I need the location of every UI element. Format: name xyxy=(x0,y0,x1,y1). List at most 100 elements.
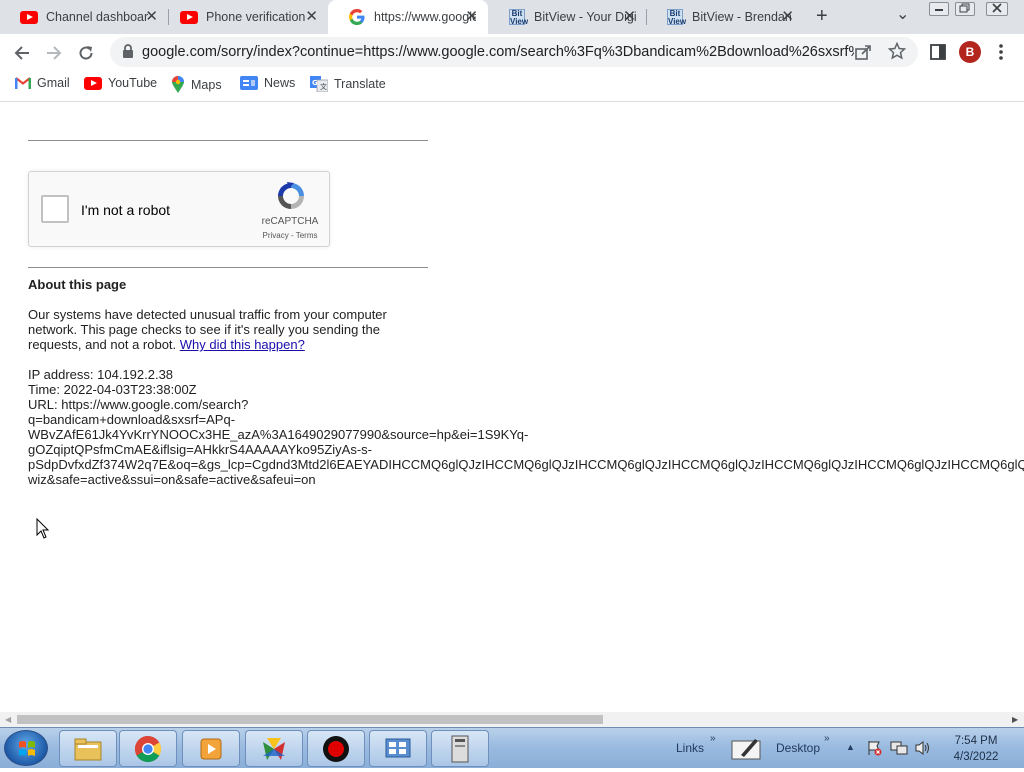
page-content: I'm not a robot reCAPTCHA Privacy - Term… xyxy=(0,102,1024,712)
url-line: gOZqiptQPsfmCmAE&iflsig=AHkkrS4AAAAAYko9… xyxy=(28,442,372,457)
bookmark-news[interactable]: News xyxy=(240,76,295,90)
start-button[interactable] xyxy=(4,730,48,766)
network-icon[interactable] xyxy=(890,740,908,761)
profile-avatar[interactable]: B xyxy=(959,41,981,63)
app-icon xyxy=(263,737,285,760)
url-line: pSdpDvfxdZf374W2q7E&oq=&gs_lcp=Cgdnd3Mtd… xyxy=(28,457,1024,472)
close-tab-icon[interactable]: ✕ xyxy=(623,9,636,25)
tab-channel-dashboard[interactable]: Channel dashboard ✕ xyxy=(0,0,168,34)
taskbar-chrome[interactable] xyxy=(119,730,177,767)
links-expand-icon[interactable]: » xyxy=(710,733,716,744)
divider xyxy=(28,140,428,141)
recaptcha-checkbox[interactable] xyxy=(41,195,69,223)
minimize-button[interactable] xyxy=(929,2,949,16)
bookmark-gmail[interactable]: Gmail xyxy=(15,76,70,90)
back-button[interactable] xyxy=(9,40,35,66)
share-icon[interactable] xyxy=(854,43,872,66)
address-bar[interactable]: google.com/sorry/index?continue=https://… xyxy=(110,37,918,67)
back-arrow-icon xyxy=(14,46,29,60)
taskbar-device[interactable] xyxy=(431,730,489,767)
recaptcha-terms-link[interactable]: Privacy - Terms xyxy=(259,231,321,240)
tab-title: Phone verification xyxy=(206,10,306,24)
bookmark-label: YouTube xyxy=(108,76,158,90)
url-line: WBvZAfE61Jk4YvKrrYNOOCx3HE_azA%3A1649029… xyxy=(28,427,529,442)
close-tab-icon[interactable]: ✕ xyxy=(465,9,478,25)
taskbar-media[interactable] xyxy=(182,730,240,767)
bookmark-translate[interactable]: G文 Translate xyxy=(310,76,386,92)
body-line: requests, and not a robot. Why did this … xyxy=(28,337,305,352)
maps-icon xyxy=(171,76,185,94)
translate-icon: G文 xyxy=(310,76,328,92)
taskbar-control-panel[interactable] xyxy=(369,730,427,767)
restore-button[interactable] xyxy=(955,2,975,16)
forward-button[interactable] xyxy=(41,40,67,66)
tab-google-sorry[interactable]: https://www.google ✕ xyxy=(328,0,488,34)
recaptcha-label: I'm not a robot xyxy=(81,202,171,218)
tab-bitview-brendan[interactable]: Bit View BitView - Brendan ✕ xyxy=(646,0,804,34)
url-line: URL: https://www.google.com/search? xyxy=(28,397,249,412)
youtube-icon xyxy=(180,8,198,26)
show-hidden-icons[interactable]: ▲ xyxy=(846,742,855,752)
mouse-cursor-icon xyxy=(36,517,50,545)
youtube-icon xyxy=(20,8,38,26)
scroll-right-icon[interactable]: ▶ xyxy=(1012,715,1018,724)
tab-bitview-digital[interactable]: BitView BitView - Your Digital ✕ xyxy=(488,0,646,34)
scroll-left-icon[interactable]: ◀ xyxy=(5,715,11,724)
new-tab-button[interactable]: + xyxy=(816,5,828,28)
close-tab-icon[interactable]: ✕ xyxy=(781,9,794,25)
pen-tablet-icon[interactable] xyxy=(731,735,761,766)
tab-strip: Channel dashboard ✕ Phone verification ✕… xyxy=(0,0,1024,34)
taskbar-app[interactable] xyxy=(245,730,303,767)
gmail-icon xyxy=(15,77,31,89)
tab-phone-verification[interactable]: Phone verification ✕ xyxy=(160,0,328,34)
links-toolbar[interactable]: Links xyxy=(676,741,704,755)
reload-icon xyxy=(79,46,93,60)
bookmark-youtube[interactable]: YouTube xyxy=(84,76,157,90)
url-line: q=bandicam+download&sxsrf=APq- xyxy=(28,412,236,427)
tab-title: https://www.google xyxy=(374,10,476,24)
divider xyxy=(28,267,428,268)
bookmark-label: Gmail xyxy=(37,76,70,90)
volume-icon[interactable] xyxy=(914,740,932,761)
why-link[interactable]: Why did this happen? xyxy=(180,337,305,352)
folder-icon xyxy=(74,738,102,760)
scrollbar-thumb[interactable] xyxy=(17,715,603,724)
device-icon xyxy=(451,735,469,762)
close-tab-icon[interactable]: ✕ xyxy=(305,9,318,25)
body-text: requests, and not a robot. xyxy=(28,337,180,352)
taskbar-bandicam[interactable] xyxy=(307,730,365,767)
ip-address: IP address: 104.192.2.38 xyxy=(28,367,174,382)
tab-title: Channel dashboard xyxy=(46,10,148,24)
media-player-icon xyxy=(200,738,222,759)
menu-kebab-icon[interactable] xyxy=(996,42,1006,67)
system-clock[interactable]: 7:54 PM 4/3/2022 xyxy=(944,733,1008,765)
chrome-icon xyxy=(134,735,162,762)
desktop-expand-icon[interactable]: » xyxy=(824,733,830,744)
tab-title: BitView - Brendan xyxy=(692,10,792,24)
taskbar-explorer[interactable] xyxy=(59,730,117,767)
tab-search-button[interactable]: ⌄ xyxy=(896,4,909,24)
url-line: wiz&safe=active&ssui=on&safe=active&safe… xyxy=(28,472,316,487)
bookmark-maps[interactable]: Maps xyxy=(171,76,222,94)
action-center-icon[interactable] xyxy=(866,740,882,761)
google-icon xyxy=(348,8,366,26)
clock-time: 7:54 PM xyxy=(954,735,998,747)
bitview-icon: Bit View xyxy=(509,9,529,26)
bookmarks-bar: Gmail YouTube Maps News G文 Translate xyxy=(0,71,1024,102)
recaptcha-logo-icon xyxy=(275,180,307,217)
side-panel-icon[interactable] xyxy=(929,43,947,66)
horizontal-scrollbar[interactable]: ◀ ▶ xyxy=(0,712,1024,727)
desktop-toolbar[interactable]: Desktop xyxy=(776,741,820,755)
browser-toolbar: google.com/sorry/index?continue=https://… xyxy=(0,34,1024,71)
reload-button[interactable] xyxy=(73,40,99,66)
svg-text:G: G xyxy=(312,79,318,87)
bookmark-star-icon[interactable] xyxy=(887,41,907,65)
close-window-button[interactable] xyxy=(986,2,1008,16)
news-icon xyxy=(240,76,258,90)
svg-text:文: 文 xyxy=(320,82,327,91)
close-tab-icon[interactable]: ✕ xyxy=(145,9,158,25)
record-icon xyxy=(323,735,349,762)
body-line: network. This page checks to see if it's… xyxy=(28,322,380,337)
url-text[interactable]: google.com/sorry/index?continue=https://… xyxy=(142,44,854,60)
about-heading: About this page xyxy=(28,277,127,292)
